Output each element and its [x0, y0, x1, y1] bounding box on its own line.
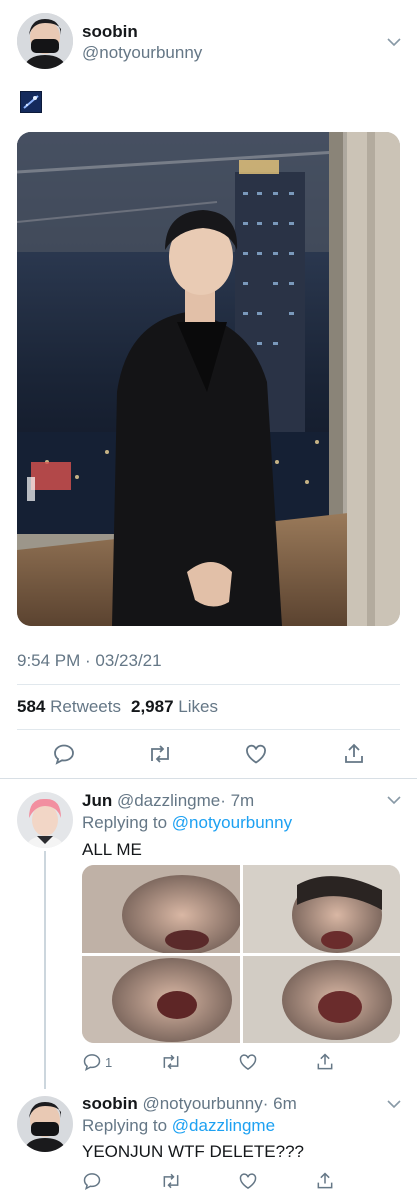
- reply-icon: [54, 744, 74, 765]
- sparkle-emoji-image: [20, 91, 42, 113]
- retweet-button[interactable]: [160, 1171, 182, 1191]
- user-handle[interactable]: @dazzlingme: [117, 791, 220, 810]
- reply-icon: [83, 1054, 101, 1072]
- display-name[interactable]: soobin: [82, 1094, 138, 1113]
- like-icon: [239, 1054, 257, 1070]
- like-button[interactable]: [238, 1052, 258, 1072]
- replying-to-link[interactable]: @dazzlingme: [172, 1116, 275, 1135]
- reply-button[interactable]: 1: [82, 1052, 112, 1072]
- retweet-icon: [163, 1054, 179, 1070]
- likes-count: 2,987: [131, 697, 174, 716]
- retweet-button[interactable]: [160, 1052, 182, 1072]
- thread-line: [44, 851, 46, 1089]
- retweets-stat[interactable]: 584 Retweets: [17, 697, 121, 717]
- replying-prefix: Replying to: [82, 1116, 168, 1135]
- like-icon: [246, 744, 266, 764]
- reply-count: 1: [105, 1054, 113, 1070]
- tweet-timestamp[interactable]: 9:54 PM · 03/23/21: [17, 651, 162, 671]
- display-name[interactable]: Jun: [82, 791, 112, 810]
- replying-prefix: Replying to: [82, 813, 168, 832]
- user-handle[interactable]: @notyourbunny: [82, 43, 202, 63]
- reply-button[interactable]: [82, 1171, 102, 1191]
- display-name[interactable]: soobin: [82, 22, 138, 42]
- avatar[interactable]: [17, 792, 73, 848]
- reply-photo-grid[interactable]: [82, 865, 400, 1043]
- user-handle[interactable]: @notyourbunny: [142, 1094, 262, 1113]
- share-button[interactable]: [315, 1052, 335, 1072]
- share-icon: [317, 1172, 333, 1189]
- replying-to: Replying to @notyourbunny: [82, 813, 292, 833]
- avatar[interactable]: [17, 13, 73, 69]
- likes-label: Likes: [178, 697, 218, 716]
- replying-to-link[interactable]: @notyourbunny: [172, 813, 292, 832]
- reply-header: soobin @notyourbunny· 6m: [82, 1094, 297, 1114]
- reply-time: · 6m: [262, 1094, 297, 1113]
- divider: [17, 684, 400, 685]
- share-icon: [317, 1053, 333, 1070]
- retweet-icon: [163, 1173, 179, 1189]
- reply-text: YEONJUN WTF DELETE???: [82, 1142, 304, 1161]
- share-button[interactable]: [342, 742, 366, 766]
- retweets-count: 584: [17, 697, 46, 716]
- chevron-down-icon[interactable]: [386, 1096, 402, 1112]
- reply-text: ALL ME: [82, 840, 142, 859]
- share-button[interactable]: [315, 1171, 335, 1191]
- chevron-down-icon[interactable]: [386, 34, 402, 50]
- avatar[interactable]: [17, 1096, 73, 1152]
- like-button[interactable]: [238, 1171, 258, 1191]
- retweets-label: Retweets: [50, 697, 121, 716]
- reply-header: Jun @dazzlingme· 7m: [82, 791, 254, 811]
- divider: [17, 729, 400, 730]
- reply-button[interactable]: [52, 742, 76, 766]
- retweet-icon: [151, 745, 169, 763]
- like-icon: [239, 1173, 257, 1189]
- share-icon: [345, 743, 363, 763]
- reply-icon: [83, 1173, 101, 1191]
- likes-stat[interactable]: 2,987 Likes: [131, 697, 218, 717]
- retweet-button[interactable]: [147, 742, 173, 766]
- replying-to: Replying to @dazzlingme: [82, 1116, 275, 1136]
- reply-time: · 7m: [220, 791, 255, 810]
- like-button[interactable]: [244, 742, 268, 766]
- section-divider: [0, 778, 417, 779]
- tweet-photo[interactable]: [17, 132, 400, 626]
- chevron-down-icon[interactable]: [386, 792, 402, 808]
